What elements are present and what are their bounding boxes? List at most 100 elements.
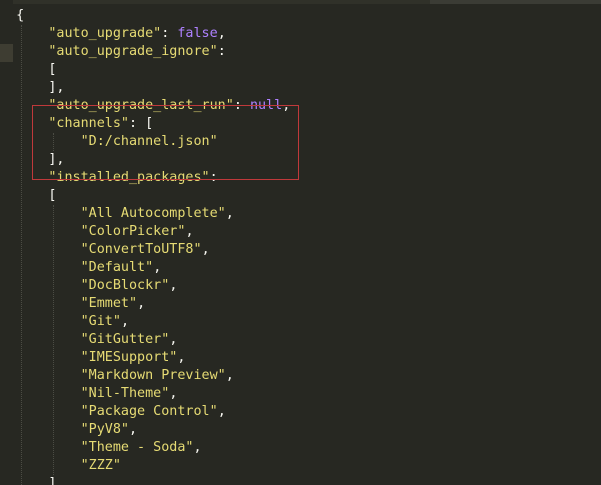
punctuation-token: : [209, 170, 218, 185]
code-line[interactable]: "auto_upgrade_last_run": null, [0, 97, 601, 115]
string-token: "All Autocomplete" [80, 206, 226, 221]
string-token: "D:/channel.json" [80, 134, 218, 149]
code-line[interactable]: { [0, 7, 601, 25]
code-line[interactable]: "Emmet", [0, 295, 601, 313]
code-line[interactable]: "auto_upgrade_ignore": [0, 43, 601, 61]
code-line[interactable]: "GitGutter", [0, 331, 601, 349]
punctuation-token: , [169, 386, 178, 401]
string-token: "channels" [48, 116, 129, 131]
code-line[interactable]: "ZZZ" [0, 457, 601, 475]
punctuation-token: , [177, 350, 186, 365]
punctuation-token: , [120, 314, 129, 329]
punctuation-token: , [225, 206, 234, 221]
code-line[interactable]: ], [0, 151, 601, 169]
punctuation-token: ], [48, 80, 65, 95]
string-token: "Nil-Theme" [80, 386, 170, 401]
string-token: "IMESupport" [80, 350, 178, 365]
punctuation-token: : [161, 26, 178, 41]
code-line[interactable]: ], [0, 79, 601, 97]
string-token: "auto_upgrade_ignore" [48, 44, 218, 59]
code-line[interactable]: "PyV8", [0, 421, 601, 439]
code-line[interactable]: "DocBlockr", [0, 277, 601, 295]
string-token: "Default" [80, 260, 154, 275]
string-token: "ColorPicker" [80, 224, 186, 239]
string-token: "auto_upgrade_last_run" [48, 98, 234, 113]
tab-bar-edge-left [0, 0, 430, 4]
string-token: "Emmet" [80, 296, 138, 311]
code-line[interactable]: "Theme - Soda", [0, 439, 601, 457]
code-line[interactable]: "Package Control", [0, 403, 601, 421]
punctuation-token: ], [48, 152, 65, 167]
punctuation-token: [ [48, 188, 57, 203]
string-token: "Markdown Preview" [80, 368, 226, 383]
code-editor[interactable]: { "auto_upgrade": false, "auto_upgrade_i… [0, 0, 601, 485]
punctuation-token: : [233, 98, 250, 113]
code-content[interactable]: { "auto_upgrade": false, "auto_upgrade_i… [0, 7, 601, 485]
punctuation-token: , [193, 440, 202, 455]
code-line[interactable]: "auto_upgrade": false, [0, 25, 601, 43]
punctuation-token: , [129, 422, 138, 437]
code-line[interactable]: "channels": [ [0, 115, 601, 133]
punctuation-token: ] [48, 476, 57, 485]
code-line[interactable]: "installed_packages": [0, 169, 601, 187]
code-line[interactable]: "Markdown Preview", [0, 367, 601, 385]
punctuation-token: , [185, 224, 194, 239]
punctuation-token: , [201, 242, 210, 257]
code-line[interactable]: "ConvertToUTF8", [0, 241, 601, 259]
punctuation-token: , [169, 278, 178, 293]
code-line[interactable]: "ColorPicker", [0, 223, 601, 241]
code-line[interactable]: [ [0, 187, 601, 205]
code-line[interactable]: "IMESupport", [0, 349, 601, 367]
punctuation-token: , [217, 404, 226, 419]
code-line[interactable]: "Default", [0, 259, 601, 277]
code-line[interactable]: ] [0, 475, 601, 485]
punctuation-token: { [16, 8, 25, 23]
punctuation-token: [ [48, 62, 57, 77]
punctuation-token: , [217, 26, 226, 41]
punctuation-token: : [ [129, 116, 154, 131]
punctuation-token: , [169, 332, 178, 347]
code-line[interactable]: "D:/channel.json" [0, 133, 601, 151]
keyword-token: false [177, 26, 218, 41]
keyword-token: null [249, 98, 283, 113]
punctuation-token: , [282, 98, 291, 113]
string-token: "PyV8" [80, 422, 129, 437]
code-line[interactable]: [ [0, 61, 601, 79]
string-token: "Package Control" [80, 404, 218, 419]
string-token: "Git" [80, 314, 121, 329]
string-token: "GitGutter" [80, 332, 170, 347]
code-line[interactable]: "Git", [0, 313, 601, 331]
string-token: "ConvertToUTF8" [80, 242, 202, 257]
string-token: "Theme - Soda" [80, 440, 194, 455]
code-line[interactable]: "All Autocomplete", [0, 205, 601, 223]
punctuation-token: : [217, 44, 226, 59]
code-line[interactable]: "Nil-Theme", [0, 385, 601, 403]
string-token: "DocBlockr" [80, 278, 170, 293]
punctuation-token: , [153, 260, 162, 275]
string-token: "ZZZ" [80, 458, 121, 473]
